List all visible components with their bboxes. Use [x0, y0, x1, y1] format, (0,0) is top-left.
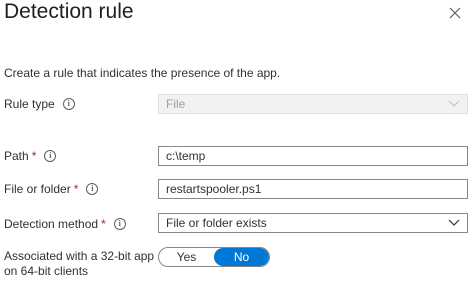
panel-title: Detection rule: [4, 0, 134, 23]
toggle-option-no[interactable]: No: [214, 248, 269, 266]
required-mark: *: [73, 182, 79, 196]
info-icon[interactable]: i: [62, 98, 75, 110]
info-icon[interactable]: i: [86, 183, 99, 195]
path-input[interactable]: c:\temp: [158, 146, 468, 166]
detection-method-select[interactable]: File or folder exists: [158, 213, 468, 233]
close-icon[interactable]: [449, 7, 461, 19]
detection-method-label: Detection method * i: [4, 217, 126, 231]
rule-type-label: Rule type i: [4, 97, 75, 111]
panel-description: Create a rule that indicates the presenc…: [4, 66, 281, 80]
info-icon[interactable]: i: [113, 218, 126, 230]
info-icon[interactable]: i: [44, 150, 57, 162]
path-label: Path * i: [4, 149, 57, 163]
chevron-down-icon: [448, 219, 460, 226]
rule-type-select: File: [158, 94, 468, 114]
file-or-folder-input[interactable]: restartspooler.ps1: [158, 179, 468, 199]
chevron-down-icon: [448, 100, 460, 107]
associated-32bit-toggle[interactable]: Yes No: [158, 247, 270, 267]
required-mark: *: [31, 149, 37, 163]
file-or-folder-label: File or folder * i: [4, 182, 99, 196]
required-mark: *: [101, 217, 106, 231]
associated-32bit-label: Associated with a 32-bit app on 64-bit c…: [4, 249, 155, 278]
toggle-option-yes[interactable]: Yes: [159, 248, 214, 266]
